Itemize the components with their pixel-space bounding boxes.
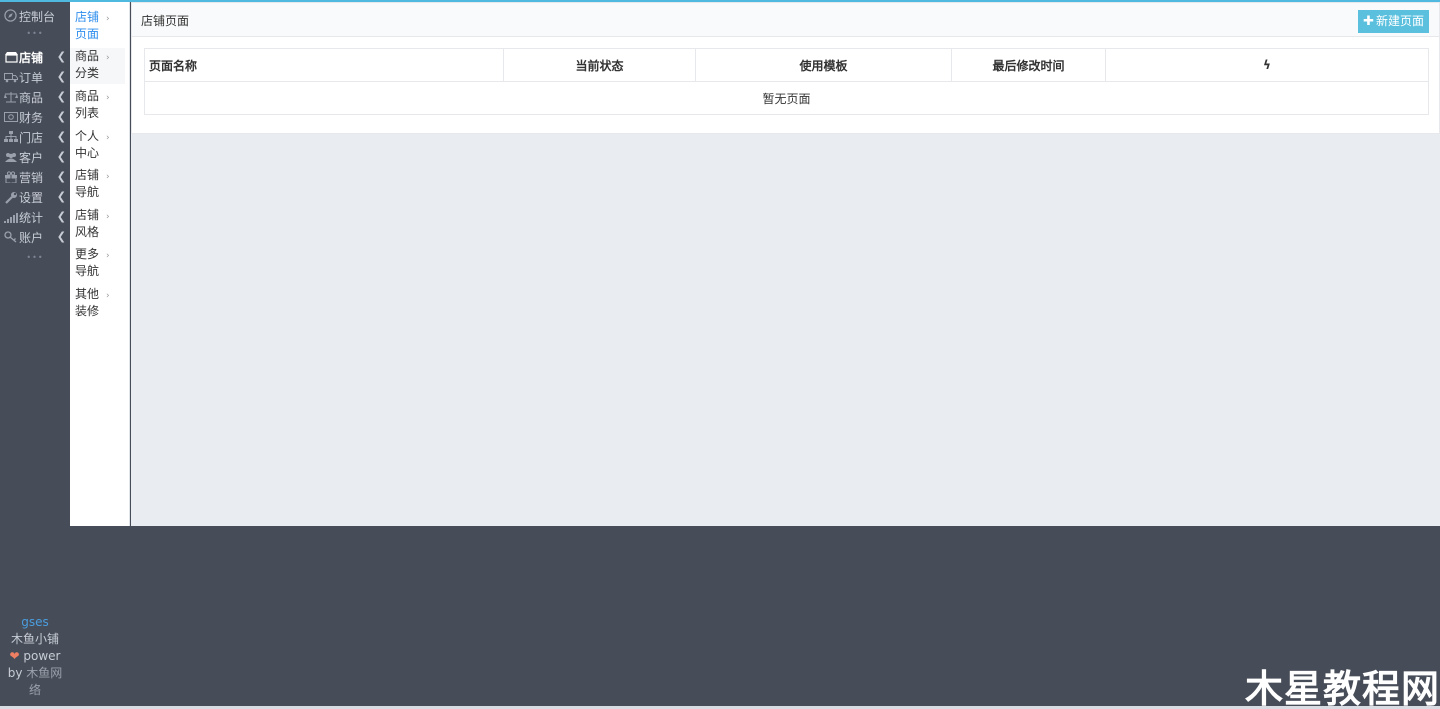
subnav-item-label: 店铺页面 (75, 10, 100, 41)
sidebar-item-label: 商品 (19, 90, 44, 105)
subnav-item-label: 店铺风格 (75, 208, 100, 239)
sub-sidebar: 店铺页面 › 商品分类 › 商品列表 › 个人中心 › 店铺导航 › 店铺风格 … (70, 2, 130, 526)
subnav-item-shop-page[interactable]: 店铺页面 › (70, 9, 125, 45)
subnav-item-label: 店铺导航 (75, 168, 100, 199)
sidebar-item-stats[interactable]: 统计 ❮ (4, 207, 68, 227)
column-header-actions: ϟ (1105, 48, 1429, 82)
sidebar-item-products[interactable]: 商品 ❮ (4, 87, 68, 107)
chevron-right-icon: › (106, 251, 110, 261)
sidebar-item-finance[interactable]: 财务 ❮ (4, 107, 68, 127)
sidebar-item-account[interactable]: 账户 ❮ (4, 227, 68, 247)
sidebar-item-label: 账户 (19, 230, 44, 245)
compass-icon (4, 8, 17, 25)
chevron-right-icon: › (106, 93, 110, 103)
chevron-right-icon: › (106, 212, 110, 222)
chevron-left-icon: ❮ (56, 70, 66, 83)
wrench-icon (4, 190, 18, 204)
watermark: 木星教程网 (1244, 667, 1440, 709)
new-page-label: 新建页面 (1375, 14, 1424, 28)
sidebar-footer: gses 木鱼小铺 ❤ power by 木鱼网络 (0, 614, 70, 699)
chevron-left-icon: ❮ (56, 230, 66, 243)
sidebar-item-label: 设置 (19, 190, 44, 205)
table-header-row: 页面名称 当前状态 使用模板 最后修改时间 ϟ (144, 48, 1429, 82)
subnav-item-other-decor[interactable]: 其他装修 › (70, 286, 125, 322)
gift-icon (4, 170, 18, 184)
key-icon (4, 230, 18, 244)
main-sidebar: 控制台 ••• 店铺 ❮ 订单 ❮ 商品 ❮ 财务 ❮ 门店 ❮ 客户 ❮ 营销… (0, 2, 70, 709)
new-page-button[interactable]: ✚ 新建页面 (1358, 10, 1429, 33)
table-row: 暂无页面 (144, 81, 1429, 115)
sidebar-item-label: 门店 (19, 130, 44, 145)
sitemap-icon (4, 130, 18, 144)
chevron-left-icon: ❮ (56, 150, 66, 163)
sidebar-item-customers[interactable]: 客户 ❮ (4, 147, 68, 167)
subnav-item-more-nav[interactable]: 更多导航 › (70, 246, 125, 282)
column-header-template: 使用模板 (695, 48, 952, 82)
collapse-dots-top[interactable]: ••• (0, 29, 70, 38)
console-label: 控制台 (19, 10, 56, 24)
subnav-item-categories[interactable]: 商品分类 › (70, 48, 125, 84)
company-link[interactable]: 木鱼网络 (26, 666, 62, 697)
sidebar-item-orders[interactable]: 订单 ❮ (4, 67, 68, 87)
subnav-item-shop-style[interactable]: 店铺风格 › (70, 207, 125, 243)
sidebar-item-marketing[interactable]: 营销 ❮ (4, 167, 68, 187)
subnav-item-profile[interactable]: 个人中心 › (70, 128, 125, 164)
bolt-icon: ϟ (1263, 58, 1271, 72)
users-icon (4, 150, 18, 164)
pages-panel: 店铺页面 ✚ 新建页面 页面名称 当前状态 使用模板 最后修改时间 ϟ 暂无页面 (131, 2, 1440, 134)
shop-name: 木鱼小铺 (10, 632, 59, 646)
chevron-right-icon: › (106, 53, 110, 63)
username-link[interactable]: gses (0, 614, 70, 631)
sidebar-item-shop[interactable]: 店铺 ❮ (4, 47, 68, 67)
column-header-page-name: 页面名称 (144, 48, 504, 82)
chevron-right-icon: › (106, 172, 110, 182)
sidebar-item-label: 财务 (19, 110, 44, 125)
sidebar-item-label: 客户 (19, 150, 44, 165)
chevron-left-icon: ❮ (56, 110, 66, 123)
pages-table: 页面名称 当前状态 使用模板 最后修改时间 ϟ 暂无页面 (144, 48, 1429, 115)
subnav-item-label: 个人中心 (75, 129, 100, 160)
chevron-left-icon: ❮ (56, 90, 66, 103)
sidebar-item-label: 店铺 (19, 50, 44, 65)
heart-icon: ❤ (9, 649, 20, 663)
chevron-left-icon: ❮ (56, 210, 66, 223)
page-title: 店铺页面 (141, 14, 190, 28)
sidebar-item-label: 订单 (19, 70, 44, 85)
truck-icon (4, 70, 18, 84)
subnav-item-label: 更多导航 (75, 247, 100, 278)
plus-icon: ✚ (1363, 14, 1374, 29)
panel-header: 店铺页面 ✚ 新建页面 (132, 3, 1439, 37)
column-header-modified-time: 最后修改时间 (951, 48, 1106, 82)
empty-state-text: 暂无页面 (144, 81, 1429, 115)
sidebar-item-stores[interactable]: 门店 ❮ (4, 127, 68, 147)
chevron-left-icon: ❮ (56, 190, 66, 203)
chevron-right-icon: › (106, 14, 110, 24)
money-icon (4, 110, 18, 124)
main-content: 店铺页面 ✚ 新建页面 页面名称 当前状态 使用模板 最后修改时间 ϟ 暂无页面 (131, 2, 1440, 526)
sidebar-item-settings[interactable]: 设置 ❮ (4, 187, 68, 207)
chevron-right-icon: › (106, 291, 110, 301)
signal-icon (4, 210, 18, 224)
subnav-item-label: 商品列表 (75, 89, 100, 120)
sidebar-item-label: 营销 (19, 170, 44, 185)
chevron-left-icon: ❮ (56, 50, 66, 63)
subnav-item-shop-nav[interactable]: 店铺导航 › (70, 167, 125, 203)
chevron-right-icon: › (106, 133, 110, 143)
power-text: power (23, 649, 61, 663)
sidebar-item-label: 统计 (19, 210, 44, 225)
column-header-status: 当前状态 (503, 48, 696, 82)
shop-icon (4, 50, 18, 64)
scale-icon (4, 90, 18, 104)
console-link[interactable]: 控制台 (4, 8, 55, 25)
subnav-item-label: 商品分类 (75, 49, 100, 80)
collapse-dots-bottom[interactable]: ••• (0, 253, 70, 262)
subnav-item-label: 其他装修 (75, 287, 100, 318)
chevron-left-icon: ❮ (56, 130, 66, 143)
subnav-item-product-list[interactable]: 商品列表 › (70, 88, 125, 124)
by-text: by (7, 666, 23, 680)
chevron-left-icon: ❮ (56, 170, 66, 183)
